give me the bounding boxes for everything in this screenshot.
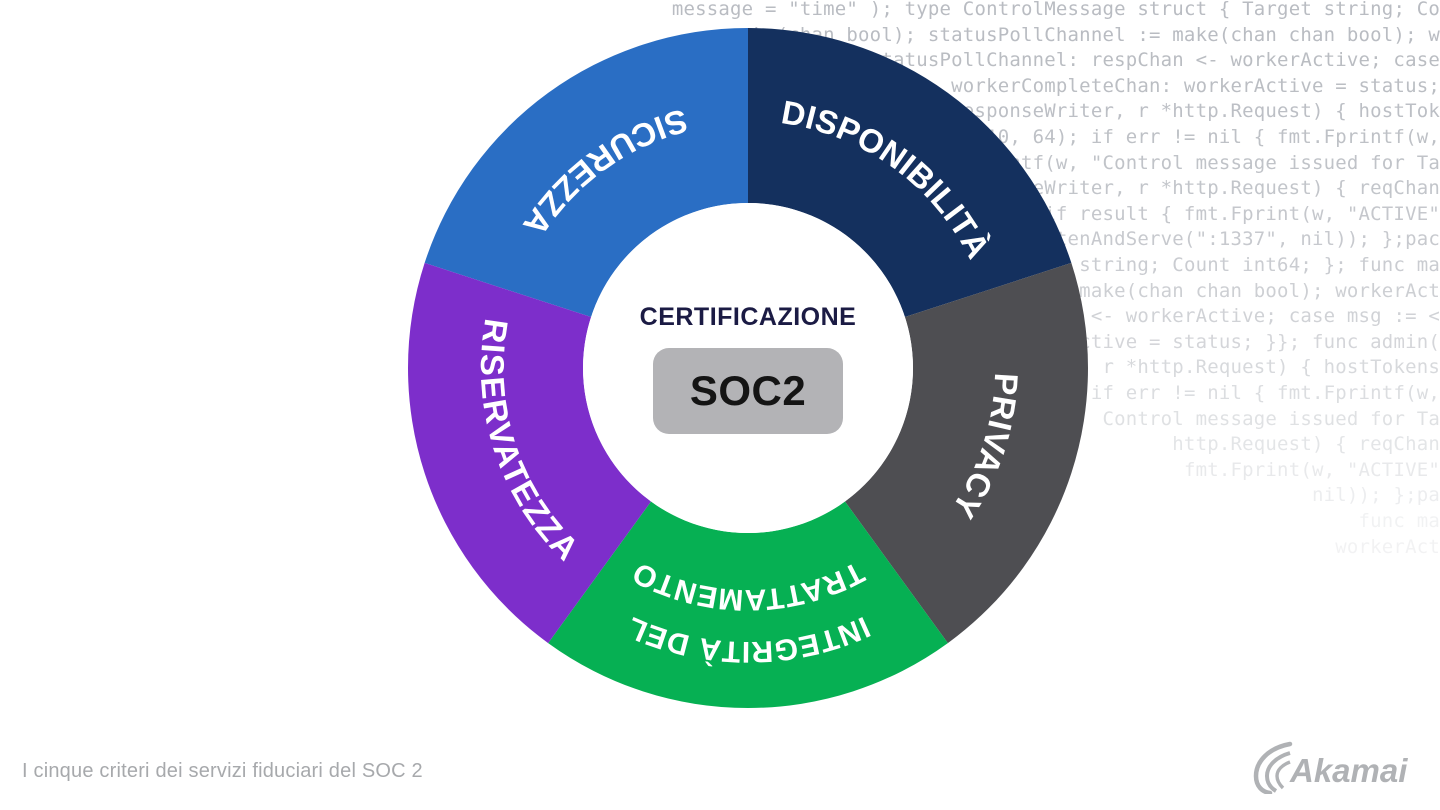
soc2-badge-label: SOC2 xyxy=(689,366,807,414)
code-line: fmt.Fprint(w, "ACTIVE" xyxy=(1183,458,1440,481)
akamai-logo-svg: Akamai xyxy=(1253,741,1408,796)
code-line: func ma xyxy=(1358,510,1440,532)
soc2-donut-chart: SICUREZZA DISPONIBILITÀ PRIVACY INTEGRITÀ D… xyxy=(408,28,1088,708)
caption-text: I cinque criteri dei servizi fiduciari d… xyxy=(22,760,423,782)
code-line: nil)); };pa xyxy=(1311,484,1440,507)
code-line: r *http.Request) { hostTokens xyxy=(1102,356,1440,379)
soc2-badge: SOC2 xyxy=(653,347,843,434)
certification-title: CERTIFICAZIONE xyxy=(639,302,857,331)
akamai-wordmark: Akamai xyxy=(1289,752,1408,789)
code-line: Control message issued for Ta xyxy=(1102,407,1440,430)
code-line: workerAct xyxy=(1335,535,1440,558)
akamai-logo: Akamai xyxy=(1250,736,1422,796)
code-line: http.Request) { reqChan xyxy=(1172,433,1440,456)
code-line: message = "time" ); type ControlMessage … xyxy=(671,0,1440,20)
center-hub: CERTIFICAZIONE SOC2 xyxy=(583,203,913,533)
akamai-wave-mark xyxy=(1253,741,1293,796)
code-line: if err != nil { fmt.Fprintf(w, xyxy=(1090,382,1440,404)
svg-text:Akamai: Akamai xyxy=(1289,752,1408,789)
